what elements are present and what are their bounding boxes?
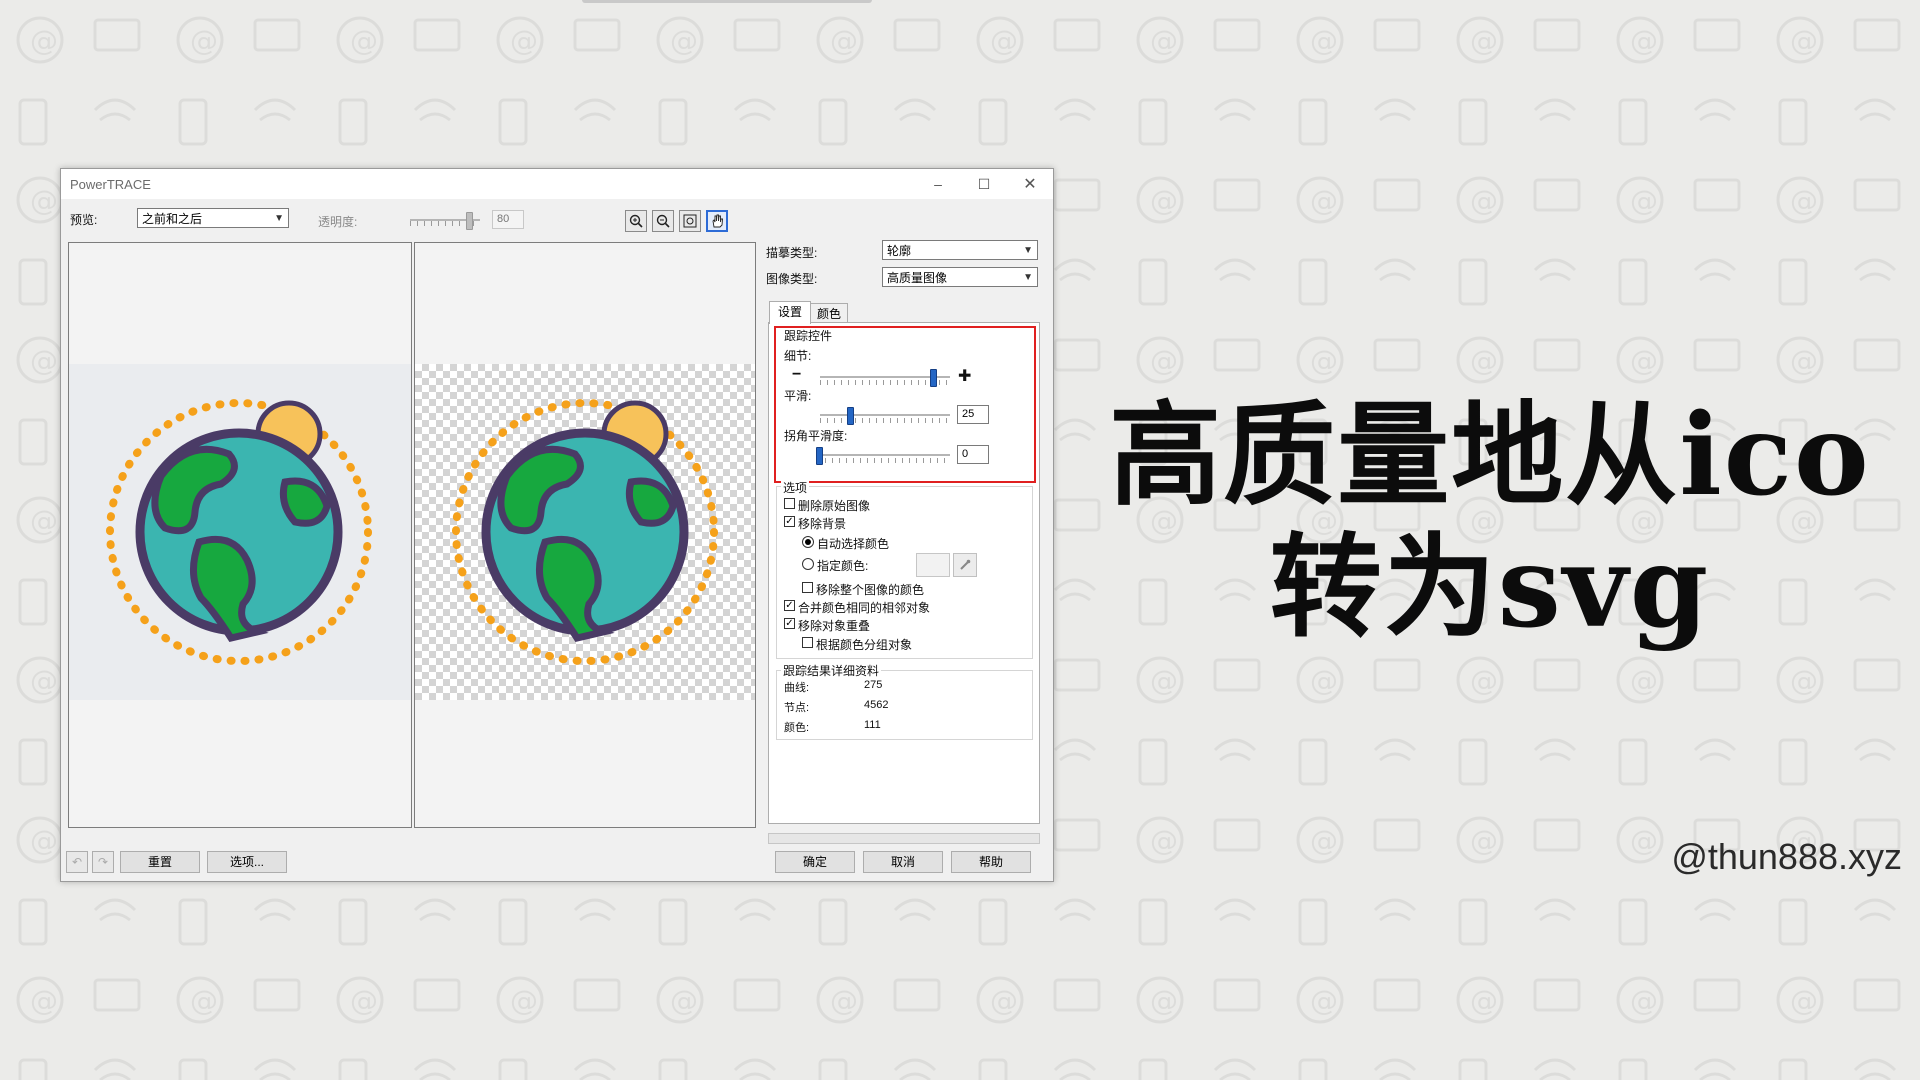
smoothing-input[interactable]: 25 bbox=[957, 405, 989, 424]
group-by-color-label: 根据颜色分组对象 bbox=[816, 638, 913, 652]
detail-slider-thumb[interactable] bbox=[930, 369, 937, 387]
details-title: 跟踪结果详细资料 bbox=[781, 662, 882, 679]
chevron-down-icon: ▼ bbox=[274, 213, 284, 224]
eyedropper-icon bbox=[960, 559, 971, 570]
image-type-label: 图像类型: bbox=[766, 272, 818, 286]
remove-whole-color-checkbox[interactable] bbox=[802, 582, 813, 593]
remove-whole-color-label: 移除整个图像的颜色 bbox=[816, 583, 925, 597]
merge-adjacent-checkbox[interactable]: ✓ bbox=[784, 600, 795, 611]
window-title: PowerTRACE bbox=[70, 177, 151, 192]
help-button[interactable]: 帮助 bbox=[951, 851, 1031, 873]
trace-type-label: 描摹类型: bbox=[766, 246, 818, 260]
watermark-text: @thun888.xyz bbox=[1671, 836, 1902, 877]
redo-button[interactable]: ↷ bbox=[92, 851, 114, 873]
top-edge-bar bbox=[582, 0, 872, 3]
plus-icon[interactable]: ✚ bbox=[958, 366, 971, 386]
hand-icon bbox=[712, 214, 723, 228]
preview-select[interactable]: 之前和之后 ▼ bbox=[137, 208, 289, 228]
transparency-slider-thumb[interactable] bbox=[466, 212, 473, 230]
cancel-button[interactable]: 取消 bbox=[863, 851, 943, 873]
nodes-value: 4562 bbox=[864, 699, 889, 711]
preview-select-value: 之前和之后 bbox=[142, 212, 203, 226]
trace-type-value: 轮廓 bbox=[887, 244, 912, 258]
smoothing-label: 平滑: bbox=[784, 389, 812, 403]
zoom-out-button[interactable] bbox=[652, 210, 674, 232]
undo-button[interactable]: ↶ bbox=[66, 851, 88, 873]
zoom-out-icon bbox=[656, 214, 670, 228]
eyedropper-button[interactable] bbox=[953, 553, 977, 577]
chevron-down-icon: ▼ bbox=[1023, 272, 1033, 283]
delete-original-checkbox[interactable] bbox=[784, 498, 795, 509]
specify-color-label: 指定颜色: bbox=[817, 559, 869, 573]
remove-overlap-label: 移除对象重叠 bbox=[798, 619, 871, 633]
globe-image-traced bbox=[452, 399, 718, 665]
detail-label: 细节: bbox=[784, 349, 812, 363]
minus-icon[interactable]: − bbox=[792, 366, 801, 384]
title-bar: PowerTRACE – ☐ ✕ bbox=[61, 169, 1053, 199]
corner-input[interactable]: 0 bbox=[957, 445, 989, 464]
chevron-down-icon: ▼ bbox=[1023, 245, 1033, 256]
ok-button[interactable]: 确定 bbox=[775, 851, 855, 873]
specify-color-radio[interactable] bbox=[802, 558, 814, 570]
remove-overlap-checkbox[interactable]: ✓ bbox=[784, 618, 795, 629]
corner-smoothing-label: 拐角平滑度: bbox=[784, 429, 848, 443]
headline-line-2: 转为svg bbox=[1269, 522, 1711, 653]
smoothing-ticks bbox=[820, 418, 950, 423]
auto-color-label: 自动选择颜色 bbox=[817, 537, 890, 551]
remove-background-checkbox[interactable]: ✓ bbox=[784, 516, 795, 527]
merge-adjacent-label: 合并颜色相同的相邻对象 bbox=[798, 601, 931, 615]
curves-label: 曲线: bbox=[784, 682, 810, 694]
zoom-in-button[interactable] bbox=[625, 210, 647, 232]
options-title: 选项 bbox=[781, 479, 810, 496]
colors-label: 颜色: bbox=[784, 722, 810, 734]
after-preview-pane bbox=[414, 242, 756, 828]
tab-colors[interactable]: 颜色 bbox=[810, 303, 848, 324]
progress-bar bbox=[768, 833, 1040, 844]
nodes-label: 节点: bbox=[784, 702, 810, 714]
transparency-label: 透明度: bbox=[318, 215, 358, 229]
image-type-value: 高质量图像 bbox=[887, 271, 948, 285]
delete-original-label: 删除原始图像 bbox=[798, 499, 871, 513]
options-button[interactable]: 选项... bbox=[207, 851, 287, 873]
zoom-in-icon bbox=[629, 214, 643, 228]
pan-button[interactable] bbox=[706, 210, 728, 232]
before-preview-pane bbox=[68, 242, 412, 828]
smoothing-slider-thumb[interactable] bbox=[847, 407, 854, 425]
details-group bbox=[776, 670, 1033, 740]
transparency-input[interactable]: 80 bbox=[492, 210, 524, 229]
remove-background-label: 移除背景 bbox=[798, 517, 847, 531]
close-icon[interactable]: ✕ bbox=[1007, 169, 1053, 199]
colors-value: 111 bbox=[864, 719, 881, 731]
color-swatch[interactable] bbox=[916, 553, 950, 577]
auto-color-radio[interactable] bbox=[802, 536, 814, 548]
tab-settings[interactable]: 设置 bbox=[769, 301, 811, 324]
trace-type-select[interactable]: 轮廓 ▼ bbox=[882, 240, 1038, 260]
corner-ticks bbox=[818, 458, 950, 463]
fit-zoom-icon bbox=[683, 214, 697, 228]
minimize-icon[interactable]: – bbox=[915, 169, 961, 199]
fit-zoom-button[interactable] bbox=[679, 210, 701, 232]
preview-label: 预览: bbox=[70, 213, 98, 227]
globe-image-original bbox=[106, 399, 372, 665]
after-image-area bbox=[415, 364, 755, 700]
trace-controls-title: 跟踪控件 bbox=[784, 329, 833, 343]
corner-track bbox=[818, 454, 950, 456]
group-by-color-checkbox[interactable] bbox=[802, 637, 813, 648]
smoothing-track bbox=[820, 414, 950, 416]
reset-button[interactable]: 重置 bbox=[120, 851, 200, 873]
maximize-icon[interactable]: ☐ bbox=[961, 169, 1007, 199]
curves-value: 275 bbox=[864, 679, 883, 691]
before-image-area bbox=[69, 364, 411, 700]
image-type-select[interactable]: 高质量图像 ▼ bbox=[882, 267, 1038, 287]
corner-slider-thumb[interactable] bbox=[816, 447, 823, 465]
